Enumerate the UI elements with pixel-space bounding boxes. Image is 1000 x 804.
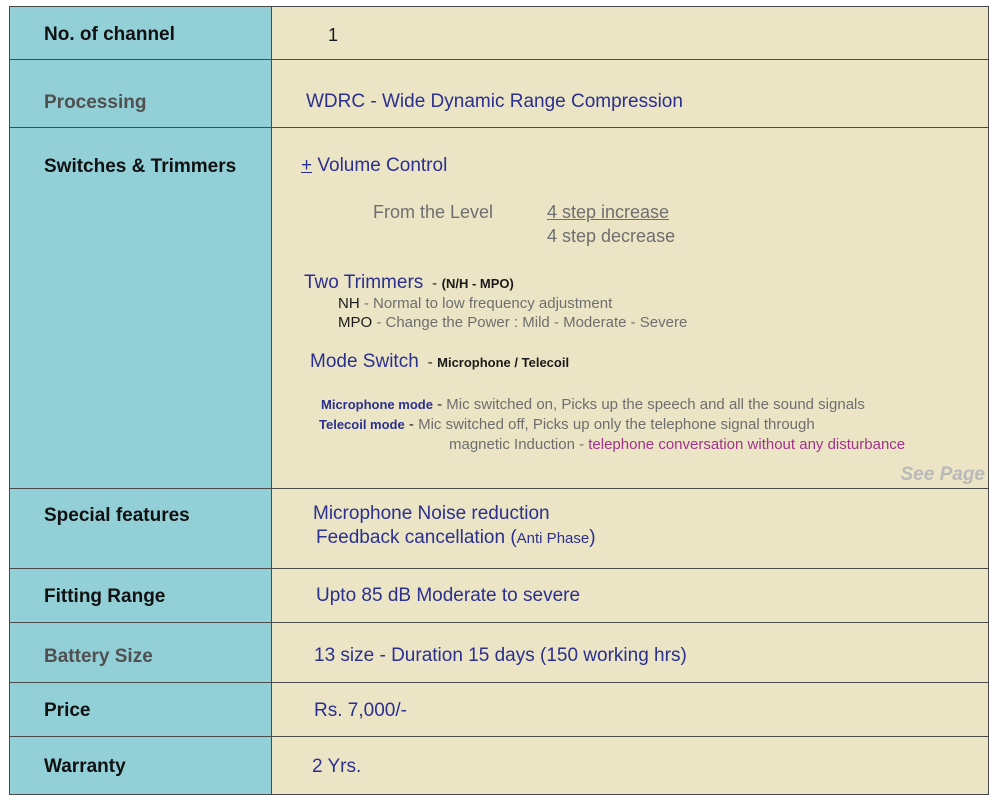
tele-mode-highlight: telephone conversation without any distu… bbox=[588, 436, 906, 453]
row-label: Special features bbox=[44, 505, 190, 526]
volume-control-label: Volume Control bbox=[317, 155, 448, 176]
nh-desc: - Normal to low frequency adjustment bbox=[359, 295, 613, 312]
mode-dash: - bbox=[427, 354, 433, 371]
row-switches: Switches & Trimmers + Volume Control Fro… bbox=[9, 127, 989, 489]
special-line-1: Microphone Noise reduction bbox=[313, 503, 550, 524]
label-cell: Special features bbox=[9, 488, 272, 569]
nh-code: NH bbox=[338, 295, 360, 312]
mpo-line: MPO - Change the Power : Mild - Moderate… bbox=[338, 314, 687, 331]
processing-value: WDRC - Wide Dynamic Range Compression bbox=[306, 91, 683, 112]
mic-mode-desc: Mic switched on, Picks up the speech and… bbox=[446, 396, 865, 413]
special-line-2-end: ) bbox=[589, 527, 596, 548]
row-label: Fitting Range bbox=[44, 586, 166, 607]
label-cell: Price bbox=[9, 682, 272, 737]
row-label: No. of channel bbox=[44, 24, 175, 45]
trimmers-dash: - bbox=[432, 275, 438, 292]
tele-mode-line-2: magnetic Induction - telephone conversat… bbox=[449, 436, 905, 453]
value-cell: 1 bbox=[271, 6, 989, 60]
label-cell: Processing bbox=[9, 59, 272, 128]
row-price: Price Rs. 7,000/- bbox=[9, 682, 989, 737]
mic-mode-label: Microphone mode bbox=[321, 397, 433, 412]
row-battery: Battery Size 13 size - Duration 15 days … bbox=[9, 622, 989, 683]
volume-control: + Volume Control bbox=[301, 155, 447, 177]
mode-heading: Mode Switch - Microphone / Telecoil bbox=[310, 351, 569, 373]
warranty-value: 2 Yrs. bbox=[312, 756, 362, 777]
spec-table: No. of channel 1 Processing WDRC - Wide … bbox=[9, 6, 989, 795]
label-cell: Switches & Trimmers bbox=[9, 127, 272, 489]
battery-value: 13 size - Duration 15 days (150 working … bbox=[314, 645, 687, 666]
trimmers-heading: Two Trimmers - (N/H - MPO) bbox=[304, 272, 514, 294]
value-cell: 2 Yrs. bbox=[271, 736, 989, 795]
row-label: Processing bbox=[44, 92, 147, 113]
row-label: Price bbox=[44, 700, 91, 721]
row-warranty: Warranty 2 Yrs. bbox=[9, 736, 989, 795]
special-line-2-small: Anti Phase bbox=[516, 530, 590, 547]
see-page-link[interactable]: See Page bbox=[901, 464, 986, 486]
price-value: Rs. 7,000/- bbox=[314, 700, 407, 721]
row-label: Battery Size bbox=[44, 646, 153, 667]
trimmers-title: Two Trimmers bbox=[304, 272, 424, 293]
row-processing: Processing WDRC - Wide Dynamic Range Com… bbox=[9, 59, 989, 128]
label-cell: Warranty bbox=[9, 736, 272, 795]
mpo-code: MPO bbox=[338, 314, 373, 331]
nh-line: NH - Normal to low frequency adjustment bbox=[338, 295, 612, 312]
trimmers-codes: (N/H - MPO) bbox=[441, 276, 514, 291]
special-line-2: Feedback cancellation (Anti Phase) bbox=[316, 527, 596, 549]
value-cell: 13 size - Duration 15 days (150 working … bbox=[271, 622, 989, 683]
value-cell: Rs. 7,000/- bbox=[271, 682, 989, 737]
label-cell: Battery Size bbox=[9, 622, 272, 683]
channel-value: 1 bbox=[328, 25, 339, 45]
mode-options: Microphone / Telecoil bbox=[437, 355, 570, 370]
value-cell: Microphone Noise reduction Feedback canc… bbox=[271, 488, 989, 569]
fitting-value: Upto 85 dB Moderate to severe bbox=[316, 585, 581, 606]
value-cell: + Volume Control From the Level 4 step i… bbox=[271, 127, 989, 489]
tele-mode-desc-2: magnetic Induction - bbox=[449, 436, 589, 453]
mode-title: Mode Switch bbox=[310, 351, 419, 372]
tele-mode-label: Telecoil mode bbox=[319, 417, 405, 432]
row-label: Warranty bbox=[44, 756, 126, 777]
value-cell: Upto 85 dB Moderate to severe bbox=[271, 568, 989, 623]
row-label: Switches & Trimmers bbox=[44, 156, 237, 177]
row-special: Special features Microphone Noise reduct… bbox=[9, 488, 989, 569]
label-cell: No. of channel bbox=[9, 6, 272, 60]
plus-sign: + bbox=[301, 155, 313, 176]
tele-mode-line: Telecoil mode - Mic switched off, Picks … bbox=[319, 416, 815, 433]
tele-mode-desc: Mic switched off, Picks up only the tele… bbox=[418, 416, 815, 433]
mic-mode-dash: - bbox=[432, 396, 447, 413]
special-line-2-main: Feedback cancellation ( bbox=[316, 527, 517, 548]
value-cell: WDRC - Wide Dynamic Range Compression bbox=[271, 59, 989, 128]
level-decrease: 4 step decrease bbox=[547, 226, 676, 246]
tele-mode-dash: - bbox=[404, 416, 419, 433]
level-label: From the Level bbox=[373, 202, 494, 222]
row-channel: No. of channel 1 bbox=[9, 6, 989, 60]
label-cell: Fitting Range bbox=[9, 568, 272, 623]
mic-mode-line: Microphone mode - Mic switched on, Picks… bbox=[321, 396, 865, 413]
mpo-desc: - Change the Power : Mild - Moderate - S… bbox=[372, 314, 688, 331]
level-increase: 4 step increase bbox=[547, 202, 670, 222]
row-fitting: Fitting Range Upto 85 dB Moderate to sev… bbox=[9, 568, 989, 623]
